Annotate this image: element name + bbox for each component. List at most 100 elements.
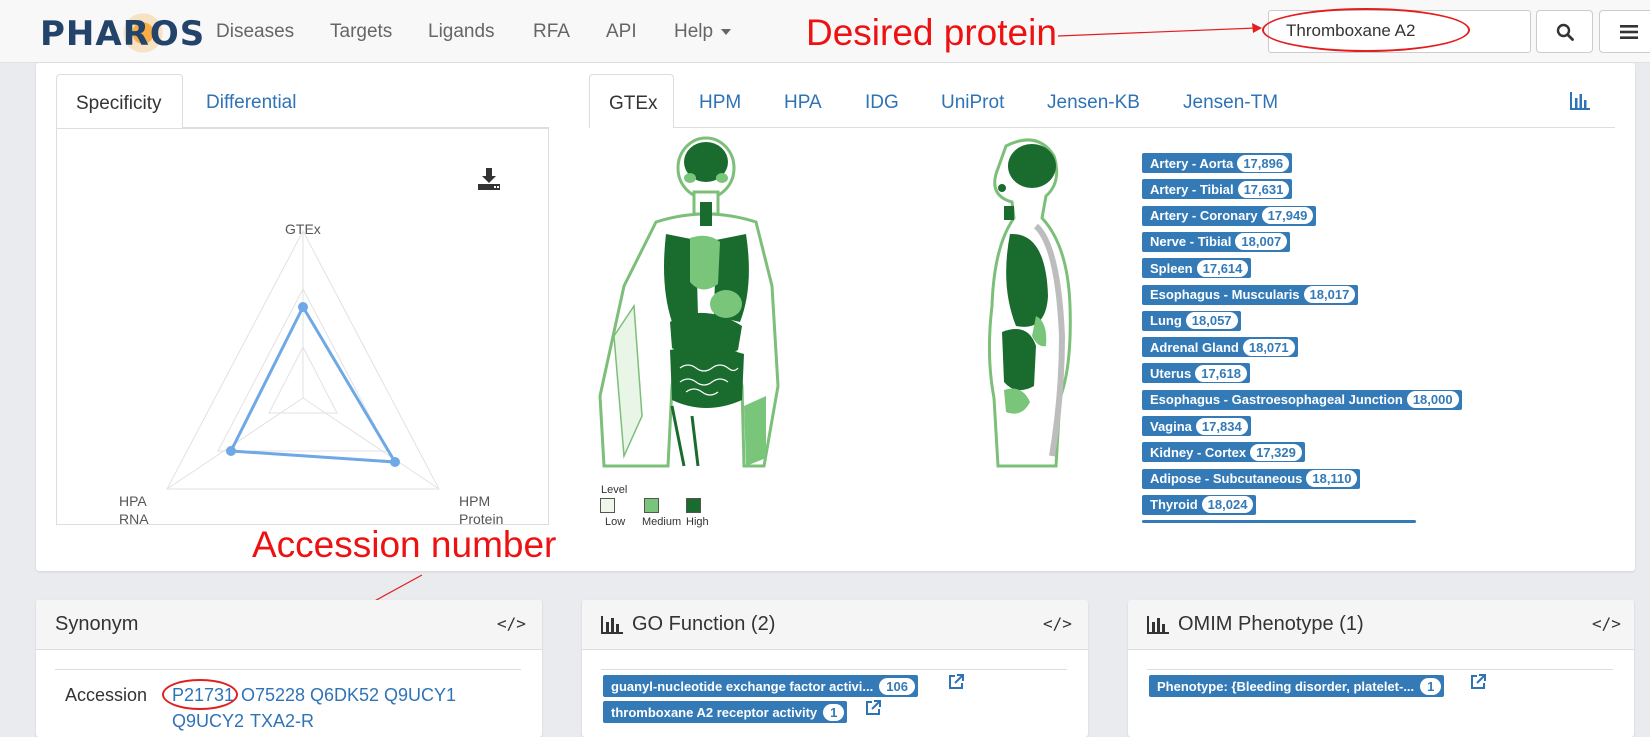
tissue-badge[interactable]: Artery - Coronary 17,949 xyxy=(1142,205,1317,226)
hamburger-menu-icon xyxy=(1620,24,1638,39)
nav-targets[interactable]: Targets xyxy=(330,21,392,43)
caret-down-icon xyxy=(721,28,732,35)
divider xyxy=(55,669,521,670)
tissue-badge[interactable]: Nerve - Tibial 18,007 xyxy=(1142,231,1291,252)
tissue-name: Artery - Tibial xyxy=(1150,181,1234,197)
phenotype-badge[interactable]: Phenotype: {Bleeding disorder, platelet-… xyxy=(1149,675,1445,697)
tissue-badge[interactable]: Vagina 17,834 xyxy=(1142,416,1251,436)
list-scroll-cutoff xyxy=(1142,520,1416,523)
tissue-count: 17,614 xyxy=(1196,259,1249,277)
tab-uniprot[interactable]: UniProt xyxy=(941,92,1004,114)
tissue-name: Adipose - Subcutaneous xyxy=(1150,471,1303,487)
legend-swatch-low xyxy=(600,498,615,513)
tab-jensen-tm[interactable]: Jensen-TM xyxy=(1183,92,1278,114)
accession-link-o75228[interactable]: O75228 xyxy=(241,685,305,706)
radar-label-gtex: GTEx xyxy=(285,221,321,237)
bar-chart-icon[interactable] xyxy=(1570,92,1590,110)
tissue-name: Esophagus - Muscularis xyxy=(1150,287,1300,302)
search-button[interactable] xyxy=(1536,10,1593,53)
tissue-name: Lung xyxy=(1150,313,1182,329)
tissue-count: 17,949 xyxy=(1261,207,1314,225)
card-title: GO Function (2) xyxy=(632,613,776,635)
tissue-name: Thyroid xyxy=(1150,497,1198,513)
tissue-count: 17,834 xyxy=(1195,417,1248,435)
code-embed-icon[interactable]: </> xyxy=(497,614,526,633)
annotation-desired-protein: Desired protein xyxy=(806,12,1057,53)
tissue-name: Spleen xyxy=(1150,260,1193,276)
legend-swatch-high xyxy=(686,498,701,513)
radar-label-hpm: HPM xyxy=(459,493,491,509)
code-embed-icon[interactable]: </> xyxy=(1592,614,1621,633)
external-link-icon[interactable] xyxy=(947,673,965,691)
nav-help[interactable]: Help xyxy=(674,21,732,43)
tissue-name: Artery - Aorta xyxy=(1150,155,1234,171)
search-icon xyxy=(1556,23,1574,41)
go-term-badge[interactable]: guanyl-nucleotide exchange factor activi… xyxy=(603,675,918,697)
code-embed-icon[interactable]: </> xyxy=(1043,614,1072,633)
tissue-count: 17,329 xyxy=(1250,443,1302,461)
tissue-count: 18,071 xyxy=(1242,338,1295,356)
radar-label-rna: RNA xyxy=(119,511,149,527)
tissue-count: 18,024 xyxy=(1201,496,1254,514)
radar-point-gtex xyxy=(298,302,308,312)
go-term-badge[interactable]: thromboxane A2 receptor activity 1 xyxy=(603,701,848,723)
nav-ligands[interactable]: Ligands xyxy=(428,21,495,43)
divider xyxy=(601,669,1067,670)
tissue-name: Vagina xyxy=(1150,418,1192,434)
tissue-badge[interactable]: Adrenal Gland 18,071 xyxy=(1142,337,1298,358)
external-link-icon[interactable] xyxy=(1469,673,1487,691)
tab-gtex[interactable]: GTEx xyxy=(589,74,674,128)
tissue-name: Adrenal Gland xyxy=(1150,339,1239,355)
tissue-count: 17,896 xyxy=(1237,154,1290,172)
accession-link-txa2-r[interactable]: TXA2-R xyxy=(250,711,314,732)
legend-label-high: High xyxy=(686,516,709,528)
tissue-badge[interactable]: Spleen 17,614 xyxy=(1142,258,1252,279)
tissue-badge[interactable]: Esophagus - Gastroesophageal Junction 18,… xyxy=(1142,389,1462,410)
bar-chart-icon xyxy=(1147,616,1169,634)
tissue-badge[interactable]: Artery - Tibial 17,631 xyxy=(1142,179,1293,200)
legend-title: Level xyxy=(601,484,628,496)
nav-api[interactable]: API xyxy=(606,21,637,43)
pharos-logo[interactable]: PHAROS xyxy=(40,8,205,58)
tissue-count: 18,057 xyxy=(1185,312,1238,330)
tissue-badge[interactable]: Thyroid 18,024 xyxy=(1142,494,1257,515)
tab-differential[interactable]: Differential xyxy=(206,92,296,114)
tissue-badge[interactable]: Artery - Aorta 17,896 xyxy=(1142,153,1293,173)
accession-link-q6dk52[interactable]: Q6DK52 xyxy=(310,685,379,706)
annotation-arrow xyxy=(1057,23,1262,37)
nav-rfa[interactable]: RFA xyxy=(533,21,570,43)
tissue-count: 17,631 xyxy=(1237,180,1290,198)
nav-diseases[interactable]: Diseases xyxy=(216,21,294,43)
radar-point-hpa xyxy=(226,446,236,456)
tissue-count: 18,110 xyxy=(1306,470,1358,488)
tissue-badge[interactable]: Adipose - Subcutaneous 18,110 xyxy=(1142,468,1361,489)
tissue-name: Nerve - Tibial xyxy=(1150,234,1232,250)
tab-specificity[interactable]: Specificity xyxy=(56,74,183,128)
accession-link-q9ucy1[interactable]: Q9UCY1 xyxy=(384,685,456,706)
tissue-name: Uterus xyxy=(1150,365,1192,381)
tab-hpm[interactable]: HPM xyxy=(699,92,741,114)
accession-highlight-ellipse xyxy=(162,679,238,710)
accession-link-q9ucy2[interactable]: Q9UCY2 xyxy=(172,711,244,732)
tissue-badge[interactable]: Kidney - Cortex 17,329 xyxy=(1142,442,1305,463)
external-link-icon[interactable] xyxy=(864,699,882,717)
legend-label-medium: Medium xyxy=(642,516,682,528)
omim-phenotype-card: OMIM Phenotype (1) </> xyxy=(1128,600,1634,737)
tab-hpa[interactable]: HPA xyxy=(784,92,822,114)
legend-label-low: Low xyxy=(605,516,626,528)
card-title: Synonym xyxy=(55,613,139,635)
accession-label: Accession xyxy=(65,685,148,705)
legend-swatch-medium xyxy=(644,498,659,513)
tissue-count: 18,017 xyxy=(1303,286,1356,303)
tissue-name: Kidney - Cortex xyxy=(1150,444,1247,460)
tissue-badge[interactable]: Uterus 17,618 xyxy=(1142,363,1250,384)
tissue-badge[interactable]: Lung 18,057 xyxy=(1142,310,1241,331)
tissue-count: 18,007 xyxy=(1235,233,1288,251)
divider xyxy=(1147,669,1613,670)
tissue-count: 18,000 xyxy=(1406,391,1459,409)
menu-button[interactable] xyxy=(1599,10,1650,53)
tab-jensen-kb[interactable]: Jensen-KB xyxy=(1047,92,1140,114)
body-front-diagram xyxy=(598,136,780,468)
tab-idg[interactable]: IDG xyxy=(865,92,899,114)
tissue-badge[interactable]: Esophagus - Muscularis 18,017 xyxy=(1142,284,1359,305)
